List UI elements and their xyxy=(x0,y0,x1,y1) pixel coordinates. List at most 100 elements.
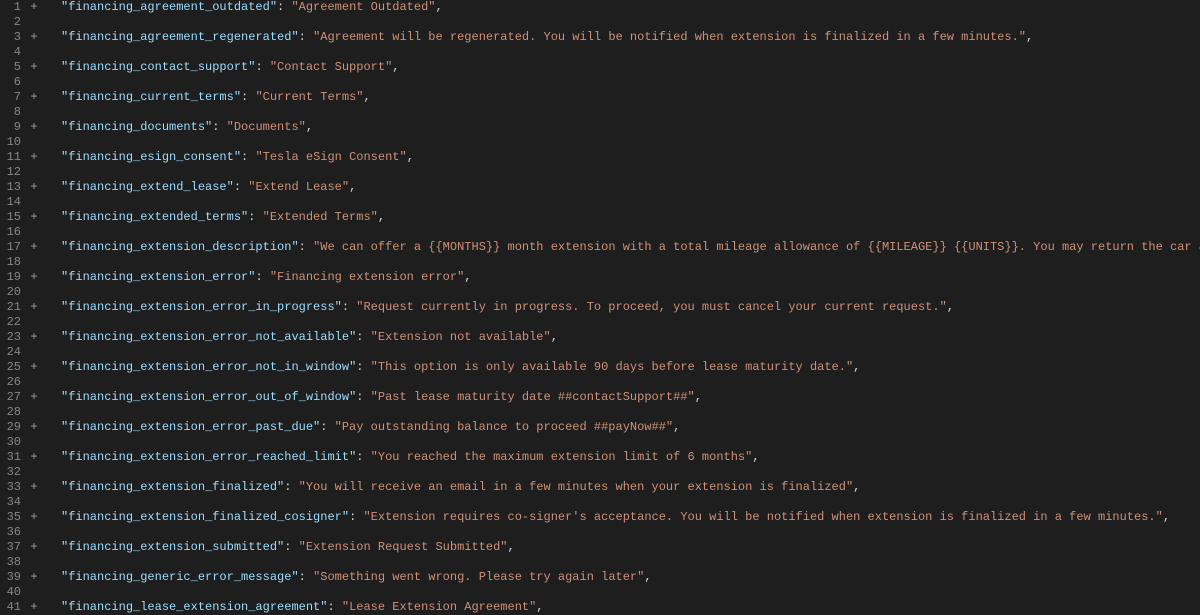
code-content[interactable]: "financing_agreement_regenerated": "Agre… xyxy=(43,30,1033,45)
diff-marker: + xyxy=(25,90,43,105)
diff-line[interactable]: 2 xyxy=(0,15,1200,30)
line-number: 37 xyxy=(0,540,25,555)
code-content[interactable]: "financing_extension_finalized_cosigner"… xyxy=(43,510,1170,525)
json-value: Extend Lease xyxy=(255,180,341,194)
diff-line[interactable]: 20 xyxy=(0,285,1200,300)
diff-line[interactable]: 22 xyxy=(0,315,1200,330)
json-key: financing_agreement_regenerated xyxy=(68,30,291,44)
code-content[interactable]: "financing_extension_finalized": "You wi… xyxy=(43,480,860,495)
line-number: 12 xyxy=(0,165,25,180)
diff-marker: + xyxy=(25,180,43,195)
code-content[interactable]: "financing_generic_error_message": "Some… xyxy=(43,570,652,585)
line-number: 7 xyxy=(0,90,25,105)
diff-line[interactable]: 11+"financing_esign_consent": "Tesla eSi… xyxy=(0,150,1200,165)
json-value: You reached the maximum extension limit … xyxy=(378,450,745,464)
code-content[interactable]: "financing_esign_consent": "Tesla eSign … xyxy=(43,150,414,165)
json-key: financing_extension_error_reached_limit xyxy=(68,450,349,464)
diff-line[interactable]: 28 xyxy=(0,405,1200,420)
line-number: 6 xyxy=(0,75,25,90)
diff-line[interactable]: 29+"financing_extension_error_past_due":… xyxy=(0,420,1200,435)
diff-line[interactable]: 24 xyxy=(0,345,1200,360)
diff-line[interactable]: 25+"financing_extension_error_not_in_win… xyxy=(0,360,1200,375)
json-value: Tesla eSign Consent xyxy=(263,150,400,164)
json-value: Agreement will be regenerated. You will … xyxy=(320,30,1019,44)
diff-line[interactable]: 5+"financing_contact_support": "Contact … xyxy=(0,60,1200,75)
diff-line[interactable]: 16 xyxy=(0,225,1200,240)
line-number: 35 xyxy=(0,510,25,525)
diff-line[interactable]: 27+"financing_extension_error_out_of_win… xyxy=(0,390,1200,405)
json-value: Extended Terms xyxy=(270,210,371,224)
diff-marker: + xyxy=(25,390,43,405)
line-number: 16 xyxy=(0,225,25,240)
diff-line[interactable]: 33+"financing_extension_finalized": "You… xyxy=(0,480,1200,495)
diff-line[interactable]: 15+"financing_extended_terms": "Extended… xyxy=(0,210,1200,225)
code-content[interactable]: "financing_extension_error_reached_limit… xyxy=(43,450,760,465)
diff-line[interactable]: 18 xyxy=(0,255,1200,270)
line-number: 17 xyxy=(0,240,25,255)
json-key: financing_extension_finalized xyxy=(68,480,277,494)
diff-line[interactable]: 19+"financing_extension_error": "Financi… xyxy=(0,270,1200,285)
diff-line[interactable]: 4 xyxy=(0,45,1200,60)
diff-line[interactable]: 36 xyxy=(0,525,1200,540)
diff-line[interactable]: 17+"financing_extension_description": "W… xyxy=(0,240,1200,255)
diff-line[interactable]: 31+"financing_extension_error_reached_li… xyxy=(0,450,1200,465)
diff-marker: + xyxy=(25,210,43,225)
json-key: financing_extended_terms xyxy=(68,210,241,224)
line-number: 4 xyxy=(0,45,25,60)
diff-line[interactable]: 32 xyxy=(0,465,1200,480)
diff-line[interactable]: 40 xyxy=(0,585,1200,600)
code-content[interactable]: "financing_extension_error_out_of_window… xyxy=(43,390,702,405)
diff-line[interactable]: 35+"financing_extension_finalized_cosign… xyxy=(0,510,1200,525)
diff-line[interactable]: 26 xyxy=(0,375,1200,390)
diff-line[interactable]: 14 xyxy=(0,195,1200,210)
code-content[interactable]: "financing_extended_terms": "Extended Te… xyxy=(43,210,385,225)
code-content[interactable]: "financing_extension_error_not_available… xyxy=(43,330,558,345)
code-content[interactable]: "financing_agreement_outdated": "Agreeme… xyxy=(43,0,443,15)
diff-marker: + xyxy=(25,330,43,345)
json-key: financing_extension_error_not_in_window xyxy=(68,360,349,374)
line-number: 27 xyxy=(0,390,25,405)
diff-line[interactable]: 39+"financing_generic_error_message": "S… xyxy=(0,570,1200,585)
diff-marker: + xyxy=(25,510,43,525)
line-number: 5 xyxy=(0,60,25,75)
diff-line[interactable]: 37+"financing_extension_submitted": "Ext… xyxy=(0,540,1200,555)
code-content[interactable]: "financing_extension_submitted": "Extens… xyxy=(43,540,515,555)
diff-line[interactable]: 3+"financing_agreement_regenerated": "Ag… xyxy=(0,30,1200,45)
code-content[interactable]: "financing_extend_lease": "Extend Lease"… xyxy=(43,180,356,195)
line-number: 22 xyxy=(0,315,25,330)
diff-line[interactable]: 1+"financing_agreement_outdated": "Agree… xyxy=(0,0,1200,15)
json-value: Extension Request Submitted xyxy=(306,540,500,554)
diff-line[interactable]: 23+"financing_extension_error_not_availa… xyxy=(0,330,1200,345)
json-key: financing_extension_description xyxy=(68,240,291,254)
diff-line[interactable]: 12 xyxy=(0,165,1200,180)
diff-line[interactable]: 9+"financing_documents": "Documents", xyxy=(0,120,1200,135)
json-value: Lease Extension Agreement xyxy=(349,600,529,614)
line-number: 29 xyxy=(0,420,25,435)
line-number: 23 xyxy=(0,330,25,345)
code-content[interactable]: "financing_extension_error_in_progress":… xyxy=(43,300,954,315)
code-content[interactable]: "financing_contact_support": "Contact Su… xyxy=(43,60,399,75)
diff-line[interactable]: 8 xyxy=(0,105,1200,120)
diff-line[interactable]: 38 xyxy=(0,555,1200,570)
code-content[interactable]: "financing_current_terms": "Current Term… xyxy=(43,90,371,105)
diff-line[interactable]: 6 xyxy=(0,75,1200,90)
line-number: 15 xyxy=(0,210,25,225)
diff-line[interactable]: 30 xyxy=(0,435,1200,450)
diff-line[interactable]: 7+"financing_current_terms": "Current Te… xyxy=(0,90,1200,105)
diff-line[interactable]: 21+"financing_extension_error_in_progres… xyxy=(0,300,1200,315)
diff-view[interactable]: 1+"financing_agreement_outdated": "Agree… xyxy=(0,0,1200,615)
code-content[interactable]: "financing_extension_description": "We c… xyxy=(43,240,1200,255)
code-content[interactable]: "financing_documents": "Documents", xyxy=(43,120,313,135)
line-number: 38 xyxy=(0,555,25,570)
line-number: 36 xyxy=(0,525,25,540)
diff-line[interactable]: 10 xyxy=(0,135,1200,150)
diff-line[interactable]: 34 xyxy=(0,495,1200,510)
code-content[interactable]: "financing_extension_error_past_due": "P… xyxy=(43,420,680,435)
line-number: 28 xyxy=(0,405,25,420)
diff-line[interactable]: 13+"financing_extend_lease": "Extend Lea… xyxy=(0,180,1200,195)
json-value: Financing extension error xyxy=(277,270,457,284)
line-number: 8 xyxy=(0,105,25,120)
json-value: Past lease maturity date ##contactSuppor… xyxy=(378,390,688,404)
code-content[interactable]: "financing_extension_error": "Financing … xyxy=(43,270,471,285)
code-content[interactable]: "financing_extension_error_not_in_window… xyxy=(43,360,860,375)
